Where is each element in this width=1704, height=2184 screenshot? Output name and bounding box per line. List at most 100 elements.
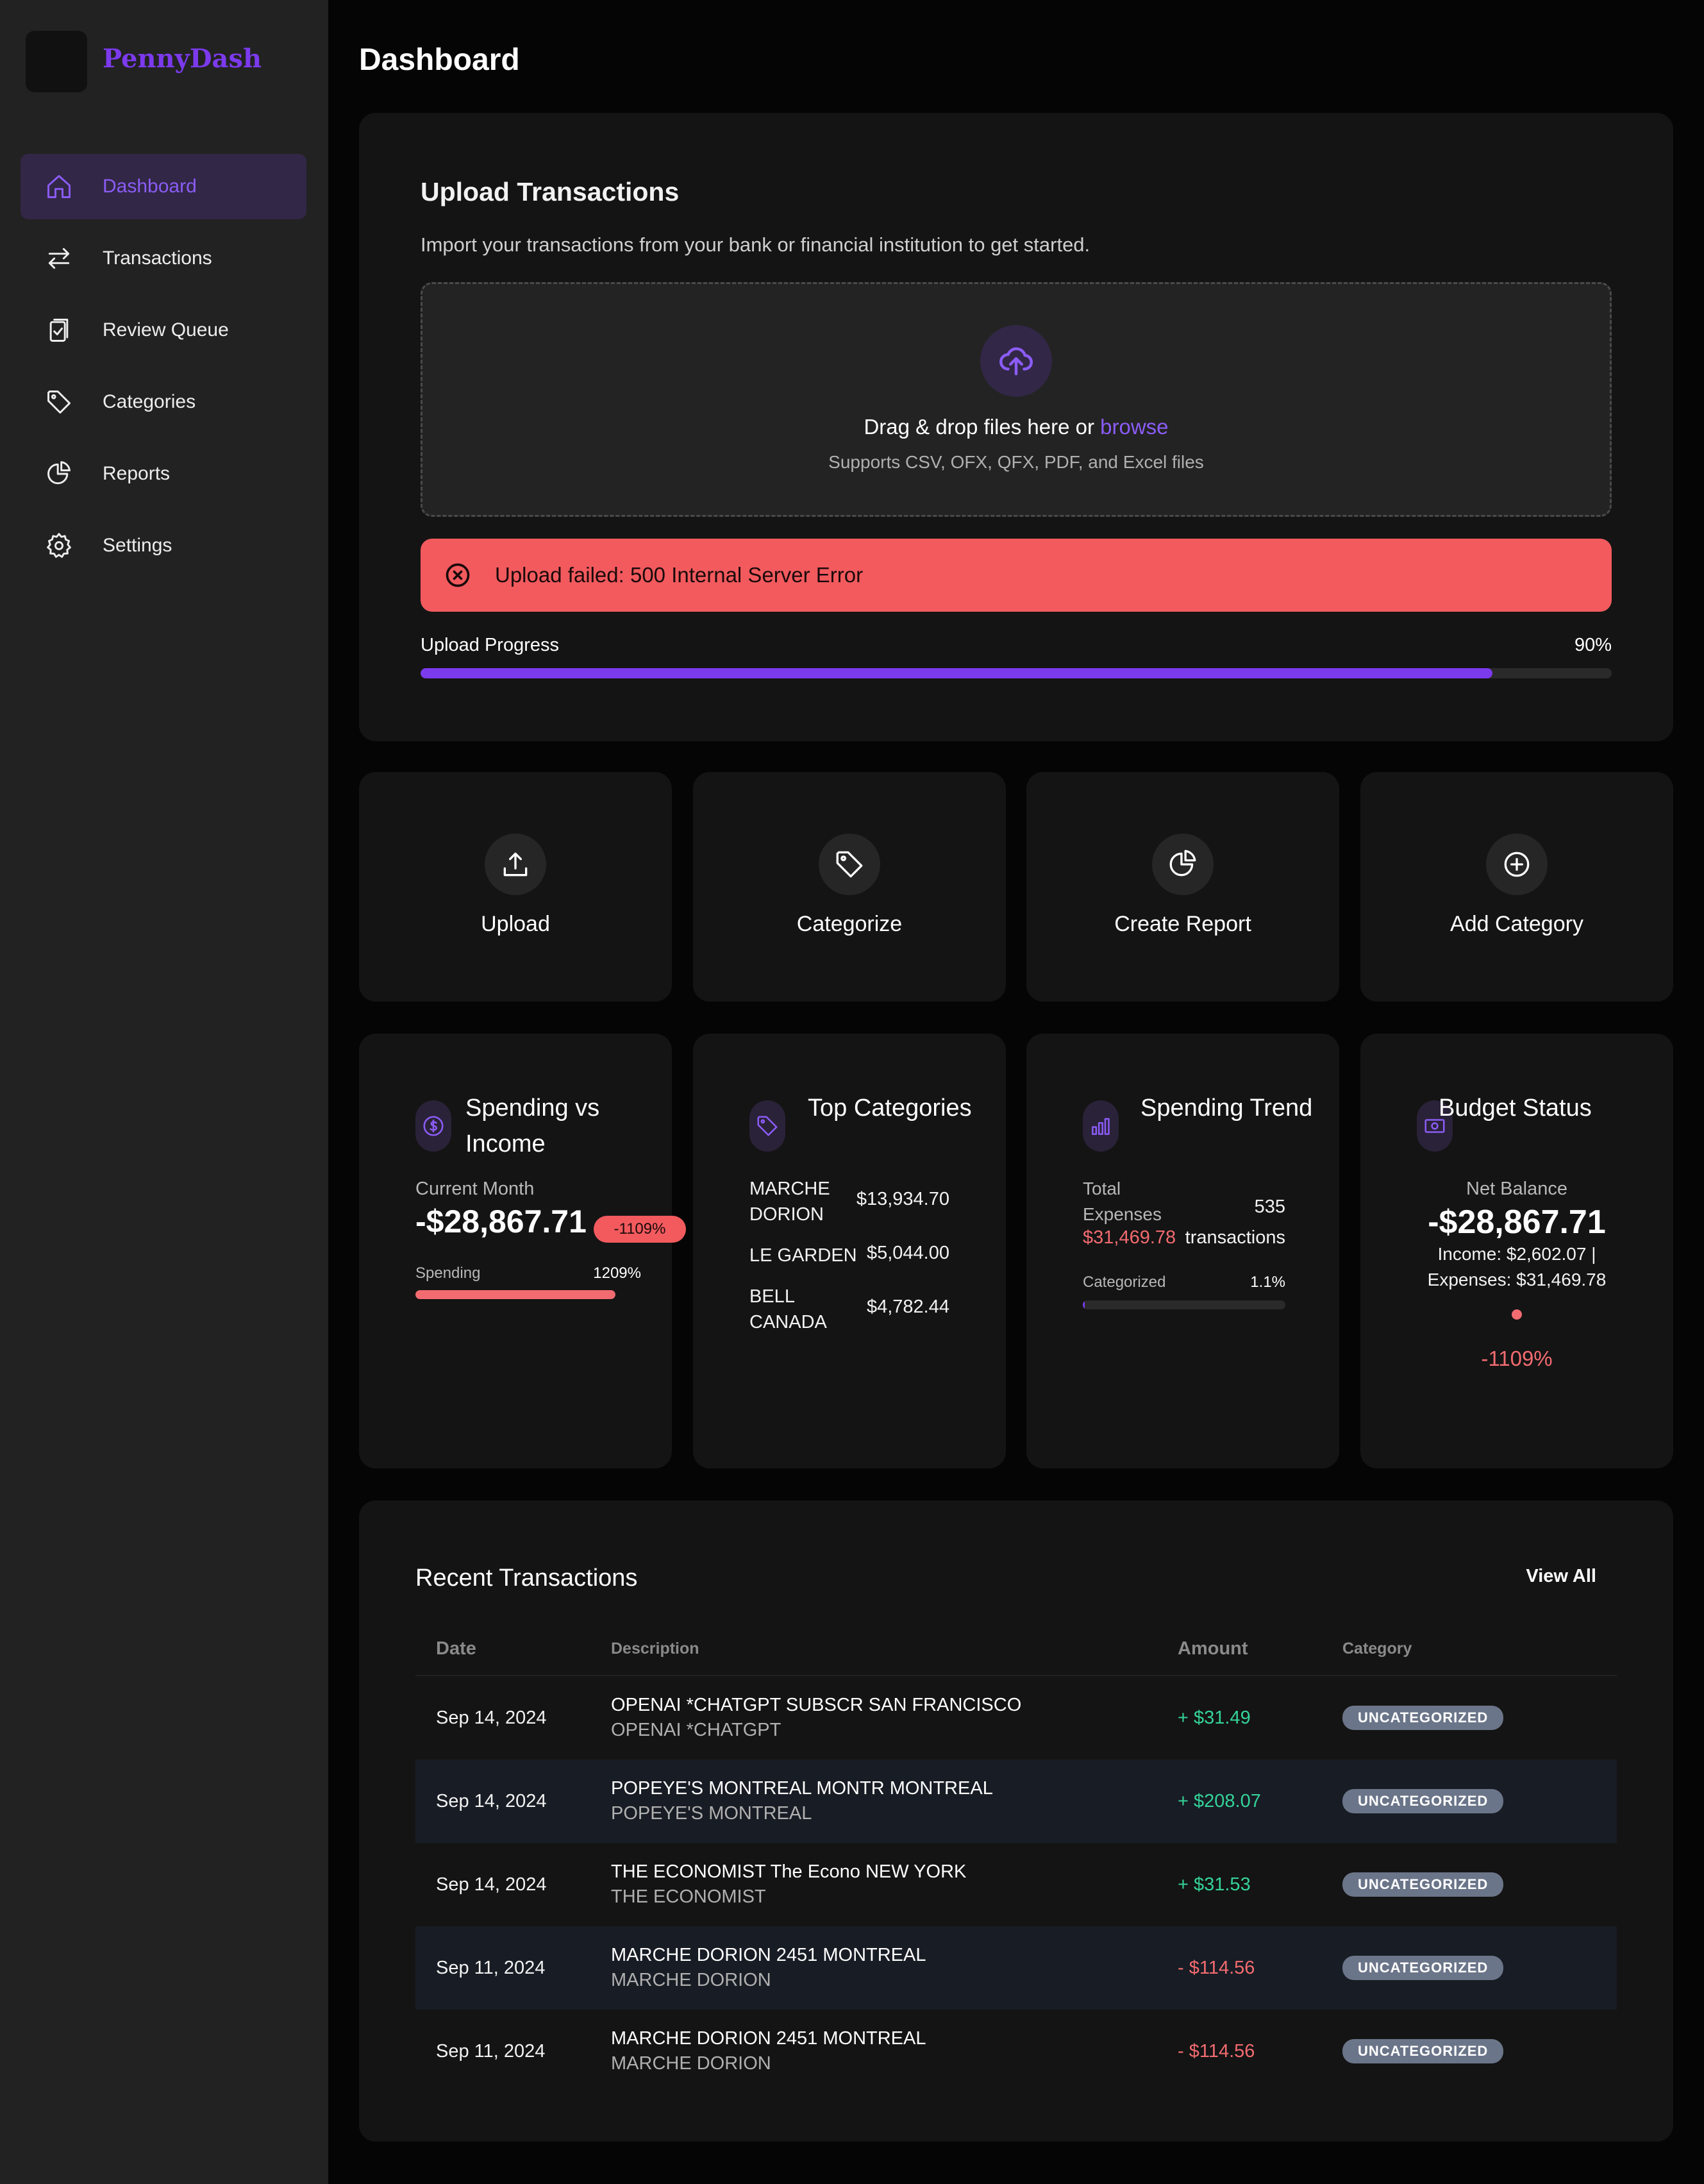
table-header: Date Description Amount Category [415, 1622, 1617, 1676]
tx-category: UNCATEGORIZED [1342, 1872, 1617, 1897]
table-row[interactable]: Sep 11, 2024 MARCHE DORION 2451 MONTREAL… [415, 1926, 1617, 2010]
transaction-count-label: transactions [1185, 1227, 1285, 1248]
tx-category: UNCATEGORIZED [1342, 1789, 1617, 1813]
upload-subtitle: Import your transactions from your bank … [421, 233, 1090, 256]
tx-description-main: OPENAI *CHATGPT SUBSCR SAN FRANCISCO [611, 1695, 1022, 1715]
sidebar-item-settings[interactable]: Settings [21, 513, 306, 578]
net-balance-label: Net Balance [1466, 1179, 1567, 1199]
tx-category: UNCATEGORIZED [1342, 1956, 1617, 1980]
column-header-description[interactable]: Description [611, 1640, 1178, 1658]
quick-action-categorize[interactable]: Categorize [693, 772, 1006, 1002]
bar-chart-icon [1083, 1100, 1119, 1152]
bar-label: Spending [415, 1264, 481, 1282]
sidebar-item-dashboard[interactable]: Dashboard [21, 154, 306, 219]
sidebar-item-reports[interactable]: Reports [21, 441, 306, 507]
category-amount: $5,044.00 [866, 1243, 949, 1263]
total-expenses-label: Total Expenses [1083, 1179, 1162, 1224]
category-amount: $4,782.44 [866, 1297, 949, 1317]
pie-chart-icon [1152, 834, 1214, 895]
spending-vs-income-card: Spending vs Income Current Month -$28,86… [359, 1034, 686, 1468]
sidebar-item-transactions[interactable]: Transactions [21, 226, 306, 291]
app-name: PennyDash [103, 44, 262, 74]
plus-circle-icon [1486, 834, 1548, 895]
column-header-category[interactable]: Category [1342, 1640, 1617, 1658]
card-title: Spending Trend [1140, 1095, 1313, 1121]
category-name: MARCHE DORION [749, 1179, 830, 1225]
table-row[interactable]: Sep 14, 2024 OPENAI *CHATGPT SUBSCR SAN … [415, 1676, 1617, 1760]
tx-amount: + $31.53 [1178, 1874, 1251, 1895]
column-header-amount[interactable]: Amount [1178, 1638, 1342, 1659]
categorized-bar-fill [1083, 1300, 1085, 1309]
tx-category: UNCATEGORIZED [1342, 2039, 1617, 2063]
category-badge[interactable]: UNCATEGORIZED [1342, 1872, 1504, 1897]
change-badge: -1109% [594, 1216, 686, 1243]
category-badge[interactable]: UNCATEGORIZED [1342, 2039, 1504, 2063]
file-dropzone[interactable]: Drag & drop files here or browse Support… [421, 282, 1612, 517]
sidebar: PennyDash Dashboard Transactions Review … [0, 0, 328, 2184]
sidebar-item-label: Review Queue [103, 319, 229, 340]
app-logo [26, 31, 87, 92]
tx-merchant: OPENAI *CHATGPT [611, 1720, 781, 1740]
tx-description: OPENAI *CHATGPT SUBSCR SAN FRANCISCO OPE… [611, 1695, 1178, 1741]
category-badge[interactable]: UNCATEGORIZED [1342, 1706, 1504, 1730]
quick-action-label: Add Category [1450, 912, 1583, 936]
transaction-count: 535 [1254, 1197, 1285, 1217]
sidebar-item-review-queue[interactable]: Review Queue [21, 298, 306, 363]
sidebar-item-label: Reports [103, 463, 171, 484]
card-title: Top Categories [808, 1095, 972, 1121]
tx-merchant: MARCHE DORION [611, 2053, 771, 2074]
tx-date: Sep 11, 2024 [436, 2040, 546, 2062]
dropzone-instruction: Drag & drop files here or [864, 415, 1094, 439]
error-message: Upload failed: 500 Internal Server Error [495, 563, 864, 587]
tx-description-main: THE ECONOMIST The Econo NEW YORK [611, 1861, 967, 1882]
upload-title: Upload Transactions [421, 177, 680, 206]
tx-merchant: MARCHE DORION [611, 1970, 771, 1990]
quick-action-label: Create Report [1114, 912, 1251, 936]
card-title: Spending vs Income [465, 1095, 600, 1157]
upload-progress-fill [421, 668, 1493, 678]
table-row[interactable]: Sep 14, 2024 POPEYE'S MONTREAL MONTR MON… [415, 1760, 1617, 1843]
sidebar-nav: Dashboard Transactions Review Queue Cate… [21, 154, 306, 585]
tx-description-main: POPEYE'S MONTREAL MONTR MONTREAL [611, 1778, 993, 1799]
tag-icon [819, 834, 880, 895]
categorized-bar [1083, 1300, 1285, 1309]
sidebar-item-label: Categories [103, 391, 196, 412]
tx-description: MARCHE DORION 2451 MONTREAL MARCHE DORIO… [611, 2028, 1178, 2074]
progress-value: 90% [1574, 635, 1612, 655]
supported-formats: Supports CSV, OFX, QFX, PDF, and Excel f… [828, 452, 1204, 472]
tx-description: POPEYE'S MONTREAL MONTR MONTREAL POPEYE'… [611, 1778, 1178, 1824]
quick-action-add-category[interactable]: Add Category [1360, 772, 1673, 1002]
tx-description-main: MARCHE DORION 2451 MONTREAL [611, 1945, 926, 1965]
tx-date: Sep 14, 2024 [436, 1790, 547, 1811]
bar-value: 1.1% [1250, 1273, 1285, 1291]
home-icon [44, 171, 74, 202]
sidebar-item-categories[interactable]: Categories [21, 369, 306, 435]
view-all-link[interactable]: View All [1526, 1566, 1596, 1587]
column-header-date[interactable]: Date [415, 1638, 611, 1659]
table-row[interactable]: Sep 11, 2024 MARCHE DORION 2451 MONTREAL… [415, 2010, 1617, 2093]
quick-action-create-report[interactable]: Create Report [1026, 772, 1339, 1002]
pie-chart-icon [44, 458, 74, 489]
tag-icon [749, 1100, 785, 1152]
browse-link[interactable]: browse [1100, 415, 1168, 439]
category-name: LE GARDEN [749, 1245, 857, 1266]
category-badge[interactable]: UNCATEGORIZED [1342, 1789, 1504, 1813]
category-amount: $13,934.70 [856, 1189, 949, 1209]
sidebar-item-label: Transactions [103, 248, 212, 269]
gear-icon [44, 530, 74, 561]
tx-date: Sep 14, 2024 [436, 1874, 547, 1895]
top-categories-card: Top Categories MARCHE DORION $13,934.70 … [693, 1034, 1006, 1468]
spending-bar-fill [415, 1290, 615, 1299]
category-badge[interactable]: UNCATEGORIZED [1342, 1956, 1504, 1980]
table-row[interactable]: Sep 14, 2024 THE ECONOMIST The Econo NEW… [415, 1843, 1617, 1926]
tx-amount: - $114.56 [1178, 1957, 1255, 1978]
tx-amount: + $31.49 [1178, 1707, 1251, 1728]
upload-icon [485, 834, 546, 895]
tx-date: Sep 11, 2024 [436, 1957, 546, 1978]
transactions-table: Date Description Amount Category Sep 14,… [415, 1622, 1617, 2093]
tx-amount: - $114.56 [1178, 2040, 1255, 2062]
progress-label: Upload Progress [421, 635, 559, 655]
quick-action-upload[interactable]: Upload [359, 772, 672, 1002]
card-title: Budget Status [1439, 1095, 1592, 1121]
section-title: Recent Transactions [415, 1565, 638, 1592]
